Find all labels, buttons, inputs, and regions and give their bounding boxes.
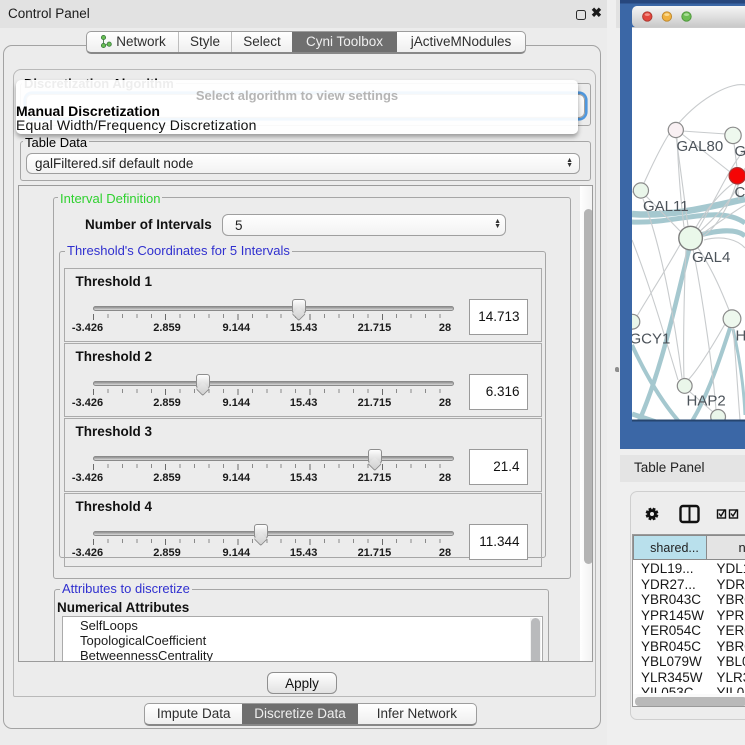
svg-text:GAL80: GAL80 <box>677 138 724 155</box>
svg-text:GAL: GAL <box>735 143 745 160</box>
svg-text:GCY1: GCY1 <box>630 331 671 348</box>
svg-text:HA: HA <box>736 328 745 345</box>
svg-text:CD: CD <box>735 184 745 201</box>
svg-text:HAP2: HAP2 <box>687 393 726 410</box>
svg-text:GAL4: GAL4 <box>692 249 730 266</box>
svg-text:GAL11: GAL11 <box>643 198 689 215</box>
